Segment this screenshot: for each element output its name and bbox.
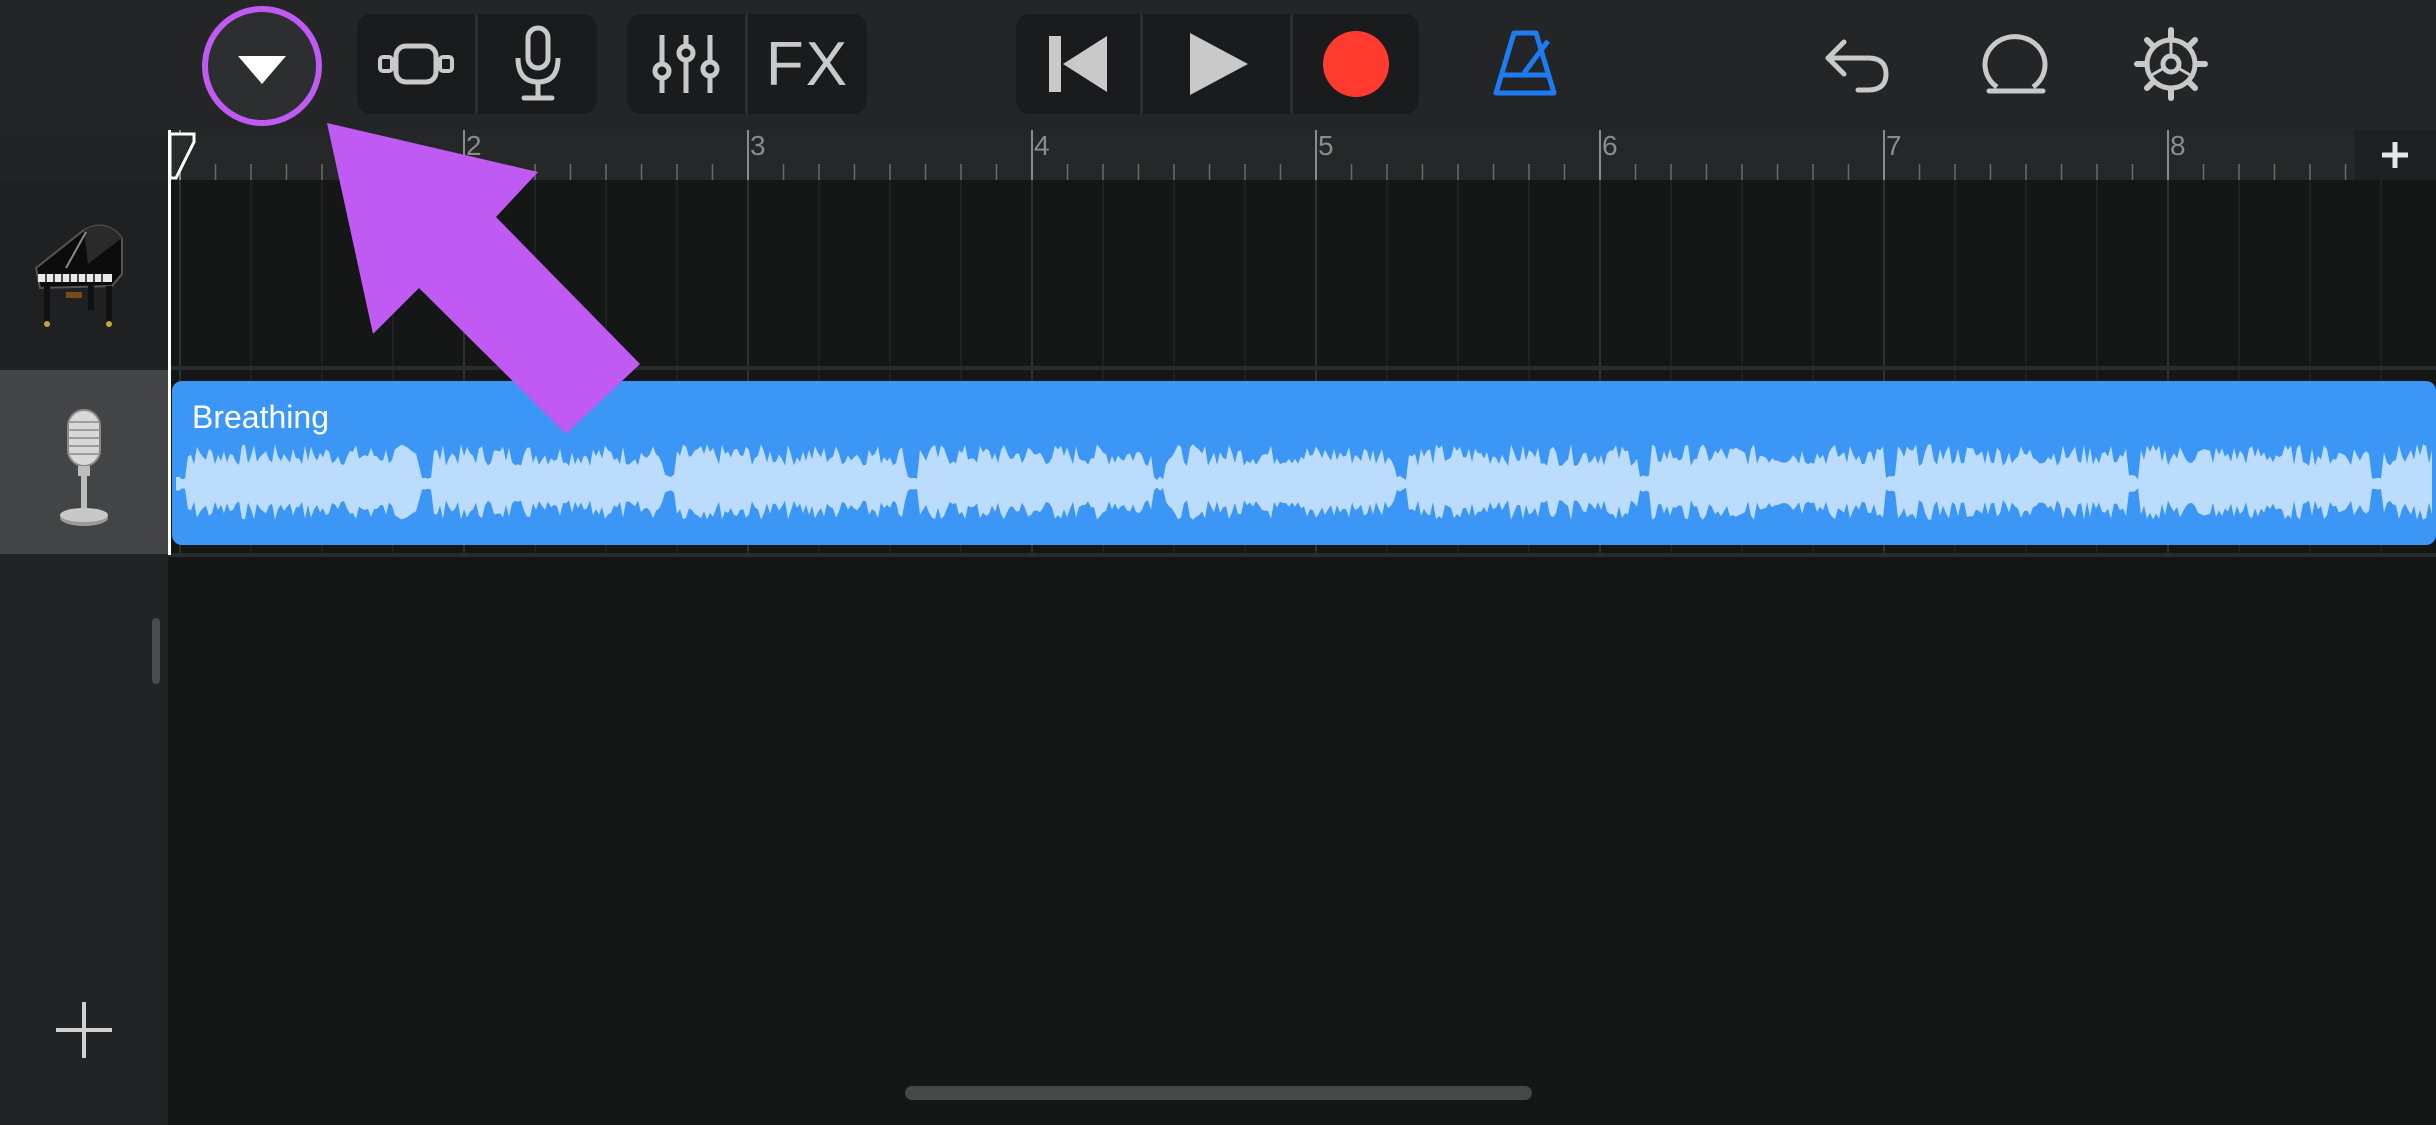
bar-number: 7 xyxy=(1886,130,1902,161)
track-header-piano[interactable] xyxy=(0,180,168,368)
bar-number: 8 xyxy=(2170,130,2186,161)
waveform xyxy=(176,444,2432,520)
track-lane-divider xyxy=(168,366,2436,370)
fx-button[interactable]: FX xyxy=(748,14,867,114)
metronome-button[interactable] xyxy=(1480,14,1570,114)
sliders-icon xyxy=(652,35,720,93)
play-button[interactable] xyxy=(1143,14,1290,114)
ruler-ticks xyxy=(179,130,2347,180)
toolbar: FX xyxy=(0,0,2436,130)
track-lane-divider xyxy=(168,553,2436,557)
grand-piano-icon xyxy=(34,224,123,327)
play-icon xyxy=(1189,33,1248,95)
instrument-button[interactable] xyxy=(478,14,597,114)
undo-icon xyxy=(1825,39,1889,93)
bar-number: 2 xyxy=(466,130,482,161)
bar-number: 3 xyxy=(750,130,766,161)
record-icon xyxy=(1323,31,1389,97)
plus-icon xyxy=(56,1002,112,1058)
tracks-view-button[interactable] xyxy=(357,14,475,114)
loop-browser-icon xyxy=(1982,34,2048,94)
undo-button[interactable] xyxy=(1812,14,1902,114)
gear-icon xyxy=(2134,27,2208,101)
bar-number: 6 xyxy=(1602,130,1618,161)
metronome-icon xyxy=(1493,30,1557,96)
plus-icon xyxy=(2382,142,2408,168)
bar-number: 5 xyxy=(1318,130,1334,161)
home-indicator xyxy=(905,1086,1532,1100)
microphone-icon xyxy=(515,25,560,101)
tracks-view-icon xyxy=(378,43,454,85)
mixer-button[interactable] xyxy=(627,14,745,114)
track-header-audio-recorder[interactable] xyxy=(0,370,168,554)
record-button[interactable] xyxy=(1293,14,1419,114)
go-to-beginning-button[interactable] xyxy=(1016,14,1140,114)
add-section-button[interactable] xyxy=(2354,130,2436,180)
waveform-shape xyxy=(176,444,2432,520)
loop-browser-button[interactable] xyxy=(1968,14,2062,114)
playhead-handle[interactable] xyxy=(168,132,196,180)
browser-button[interactable] xyxy=(200,4,324,128)
fx-label: FX xyxy=(765,29,850,99)
bar-number: 4 xyxy=(1034,130,1050,161)
settings-button[interactable] xyxy=(2124,14,2218,114)
audio-region[interactable]: Breathing xyxy=(172,381,2436,545)
studio-microphone-icon xyxy=(60,409,108,526)
playhead[interactable] xyxy=(168,130,171,555)
ruler[interactable]: 2 3 4 5 6 7 8 xyxy=(168,130,2354,180)
add-track-button[interactable] xyxy=(44,990,124,1070)
chevron-down-icon xyxy=(202,6,322,126)
track-list-scrollbar[interactable] xyxy=(152,618,160,684)
go-to-beginning-icon xyxy=(1049,36,1107,92)
